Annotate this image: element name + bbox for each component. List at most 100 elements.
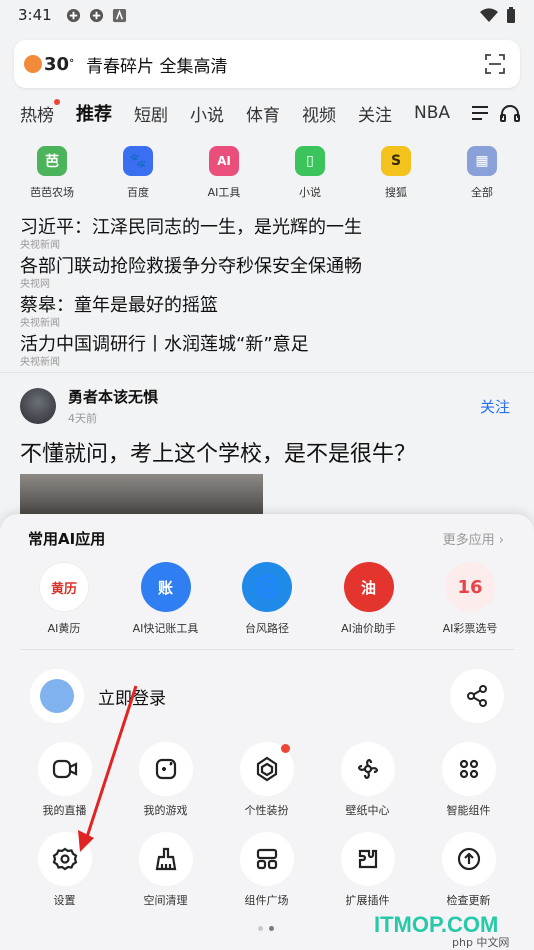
- tab-hot[interactable]: 热榜: [20, 98, 60, 126]
- quick-app-item[interactable]: 🐾 百度: [98, 146, 178, 200]
- page-indicator: [258, 926, 274, 931]
- quick-apps: 芭芭芭农场 🐾 百度 AI AI工具 ▯ 小说 S 搜狐 ▦ 全部: [12, 146, 522, 200]
- post-time: 4天前: [68, 412, 97, 425]
- tab-sports[interactable]: 体育: [246, 101, 280, 126]
- ai-app-label: 台风路径: [245, 622, 289, 635]
- wifi-icon: [480, 8, 498, 22]
- new-badge-dot: [280, 744, 290, 753]
- menu-item-label: 壁纸中心: [345, 804, 390, 817]
- ai-apps-row: 黄历 AI黄历 账 AI快记账工具 🌀 台风路径 油 AI油价助手 16 AI彩票选号: [14, 562, 520, 636]
- scan-icon[interactable]: [484, 53, 506, 75]
- typhoon-icon: 🌀: [242, 562, 292, 612]
- ai-app-label: AI快记账工具: [132, 622, 199, 635]
- menu-icon[interactable]: [472, 106, 489, 120]
- ai-app-label: AI黄历: [47, 622, 81, 635]
- site-watermark-sub: php 中文网: [452, 936, 510, 949]
- tab-nba[interactable]: NBA: [414, 103, 450, 123]
- quick-app-label: 百度: [127, 186, 149, 199]
- ai-app-item[interactable]: 16 AI彩票选号: [420, 562, 520, 636]
- news-source: 央视网: [20, 279, 50, 290]
- degree-symbol: °: [69, 57, 75, 69]
- almanac-icon: 黄历: [39, 562, 89, 612]
- book-icon: ▯: [295, 146, 325, 176]
- news-source: 央视新闻: [20, 318, 60, 329]
- wallpaper-icon: [340, 742, 395, 796]
- quick-app-item[interactable]: AI AI工具: [184, 146, 264, 200]
- search-bar[interactable]: 30 ° 青春碎片 全集高清: [14, 40, 520, 88]
- quick-app-label: 小说: [299, 186, 321, 199]
- feed-title[interactable]: 不懂就问，考上这个学校，是不是很牛？: [20, 436, 520, 468]
- headphones-icon[interactable]: [500, 104, 521, 122]
- quick-app-item[interactable]: ▦ 全部: [442, 146, 522, 200]
- news-title: 习近平：江泽民同志的一生，是光辉的一生: [20, 217, 362, 238]
- channel-tabs: 热榜 推荐 短剧 小说 体育 视频 关注 NBA: [20, 98, 521, 126]
- quick-app-label: AI工具: [207, 186, 241, 199]
- layout-icon: [239, 832, 294, 886]
- menu-item-label: 个性装扮: [244, 804, 289, 817]
- quick-app-label: 芭芭农场: [30, 186, 74, 199]
- tab-recommend[interactable]: 推荐: [76, 100, 112, 126]
- notification-icon: [66, 8, 80, 22]
- menu-item-wallpaper[interactable]: 壁纸中心: [317, 742, 418, 818]
- follow-button[interactable]: 关注: [480, 396, 510, 417]
- menu-item-label: 智能组件: [446, 804, 491, 817]
- battery-icon: [507, 7, 515, 23]
- more-apps-link[interactable]: 更多应用 ›: [443, 529, 504, 548]
- temperature: 30: [44, 53, 70, 75]
- weather-widget[interactable]: 30 °: [24, 54, 74, 75]
- quick-app-item[interactable]: 芭芭芭农场: [12, 146, 92, 200]
- ai-app-label: AI彩票选号: [442, 622, 498, 635]
- tab-follow[interactable]: 关注: [358, 101, 392, 126]
- quick-app-item[interactable]: S 搜狐: [356, 146, 436, 200]
- annotation-arrow: [78, 685, 138, 852]
- news-item[interactable]: 习近平：江泽民同志的一生，是光辉的一生央视新闻: [20, 216, 520, 255]
- author-name[interactable]: 勇者本该无惧: [68, 386, 158, 407]
- feed-author: 勇者本该无惧 4天前 关注: [20, 386, 514, 426]
- menu-item-plugins[interactable]: 扩展插件: [317, 832, 418, 908]
- news-item[interactable]: 活力中国调研行丨水润莲城“新”意足央视新闻: [20, 333, 520, 372]
- ai-app-item[interactable]: 黄历 AI黄历: [14, 562, 114, 636]
- share-icon: [467, 685, 487, 707]
- menu-item-widgets[interactable]: 智能组件: [418, 742, 519, 818]
- search-query[interactable]: 青春碎片 全集高清: [86, 52, 484, 77]
- tab-novel[interactable]: 小说: [190, 101, 224, 126]
- tab-video[interactable]: 视频: [302, 101, 336, 126]
- news-item[interactable]: 各部门联动抢险救援争分夺秒保安全保通畅央视网: [20, 255, 520, 294]
- sohu-icon: S: [381, 146, 411, 176]
- widgets-icon: [441, 742, 496, 796]
- news-title: 活力中国调研行丨水润莲城“新”意足: [20, 334, 309, 355]
- menu-item-update[interactable]: 检查更新: [418, 832, 519, 908]
- news-title: 蔡皋：童年是最好的摇篮: [20, 295, 218, 316]
- menu-item-label: 组件广场: [244, 894, 289, 907]
- menu-item-theme[interactable]: 个性装扮: [216, 742, 317, 818]
- news-list: 习近平：江泽民同志的一生，是光辉的一生央视新闻 各部门联动抢险救援争分夺秒保安全…: [20, 216, 520, 372]
- ledger-icon: 账: [140, 562, 191, 612]
- share-button[interactable]: [450, 669, 504, 723]
- quick-app-item[interactable]: ▯ 小说: [270, 146, 350, 200]
- lottery-icon: 16: [445, 562, 495, 612]
- page-dot-active: [269, 926, 274, 931]
- menu-item-label: 扩展插件: [345, 894, 390, 907]
- news-item[interactable]: 蔡皋：童年是最好的摇篮央视新闻: [20, 294, 520, 333]
- fuel-icon: 油: [343, 562, 394, 612]
- ai-app-item[interactable]: 🌀 台风路径: [217, 562, 317, 636]
- hot-badge-dot: [54, 98, 60, 105]
- menu-item-widget-square[interactable]: 组件广场: [216, 832, 317, 908]
- status-bar: 3:41: [0, 0, 534, 30]
- tab-short-drama[interactable]: 短剧: [134, 101, 168, 126]
- ai-app-item[interactable]: 油 AI油价助手: [319, 562, 419, 636]
- news-source: 央视新闻: [20, 240, 60, 251]
- paw-icon: 🐾: [123, 146, 153, 176]
- avatar[interactable]: [20, 388, 56, 424]
- news-source: 央视新闻: [20, 357, 60, 368]
- update-icon: [441, 832, 496, 886]
- status-time: 3:41: [18, 6, 52, 24]
- quick-app-label: 全部: [471, 186, 493, 199]
- ai-app-item[interactable]: 账 AI快记账工具: [116, 562, 216, 636]
- menu-item-label: 空间清理: [143, 894, 188, 907]
- menu-item-label: 设置: [53, 894, 76, 907]
- quick-app-label: 搜狐: [385, 186, 407, 199]
- news-title: 各部门联动抢险救援争分夺秒保安全保通畅: [20, 256, 362, 277]
- tab-label: 热榜: [20, 105, 54, 126]
- all-apps-icon: ▦: [467, 146, 497, 176]
